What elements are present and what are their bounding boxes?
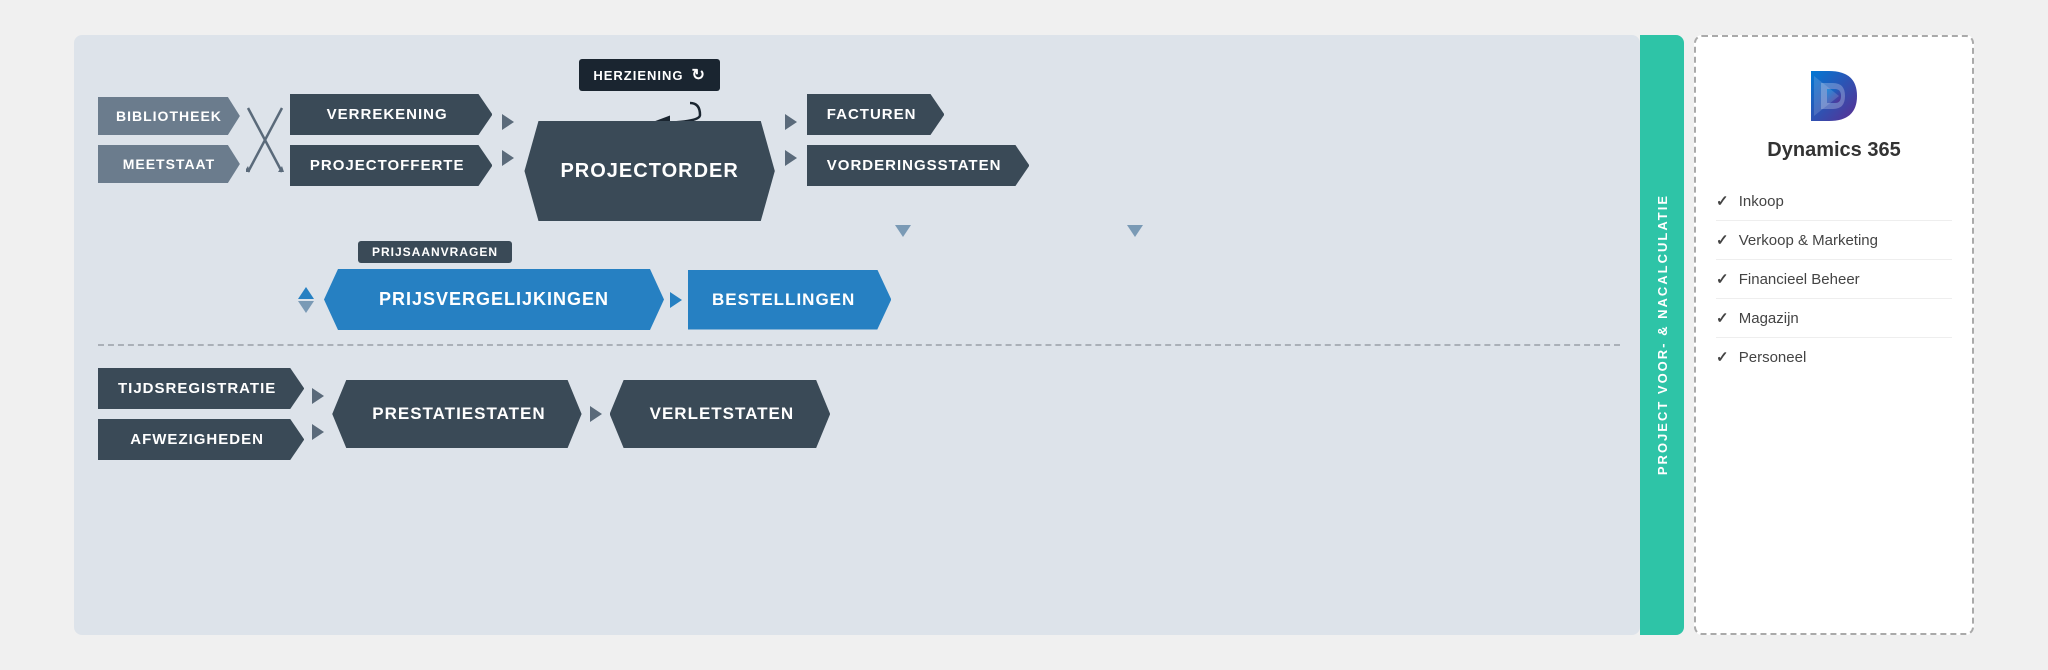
diagram-area: BIBLIOTHEEK MEETSTAAT VERREKENING [74, 35, 1640, 635]
bottom-source-col: TIJDSREGISTRATIE AFWEZIGHEDEN [98, 368, 304, 460]
verrekening-column: VERREKENING PROJECTOFFERTE [290, 94, 493, 186]
facturen-column: FACTUREN VORDERINGSSTATEN [807, 94, 1030, 186]
sidebar-label: PROJECT VOOR- & NACALCULATIE [1655, 194, 1670, 475]
check-icon-2: ✓ [1716, 232, 1729, 249]
arrow-bottom-right [502, 150, 514, 166]
checklist-item-inkoop: ✓ Inkoop [1716, 182, 1952, 220]
source-column: BIBLIOTHEEK MEETSTAAT [98, 97, 240, 183]
prijzen-column: PRIJSAANVRAGEN PRIJSVERGELIJKINGEN BESTE… [298, 241, 1560, 330]
arr-to-prestatie-bot [312, 424, 324, 440]
dynamics-logo [1799, 61, 1869, 131]
top-flow: BIBLIOTHEEK MEETSTAAT VERREKENING [98, 59, 1620, 221]
prijsvergelijkingen-row: PRIJSVERGELIJKINGEN BESTELLINGEN [298, 269, 1560, 330]
facturen-node: FACTUREN [807, 94, 945, 135]
arrow-to-facturen [785, 114, 797, 130]
bottom-arrow-2 [590, 406, 602, 422]
dashed-separator [98, 344, 1620, 346]
projectorder-node: PROJECTORDER [524, 121, 774, 221]
bottom-arrows-1 [312, 388, 324, 440]
prijsaanvragen-row: PRIJSAANVRAGEN [298, 241, 1560, 265]
checklist-item-financieel: ✓ Financieel Beheer [1716, 259, 1952, 298]
x-connector [246, 106, 284, 174]
verrekening-node: VERREKENING [290, 94, 493, 135]
down-arrows [895, 225, 911, 237]
to-right-arrows [785, 114, 797, 166]
tri-down-2 [1127, 225, 1143, 237]
refresh-icon: ↻ [692, 65, 706, 85]
projectofferte-node: PROJECTOFFERTE [290, 145, 493, 186]
vert-arrows-top [98, 225, 1620, 237]
check-icon-4: ✓ [1716, 310, 1729, 327]
prijsaanvragen-badge: PRIJSAANVRAGEN [358, 241, 512, 263]
down-arrows-2 [1127, 225, 1143, 237]
up-down-arrows [298, 287, 314, 313]
tri-down-1 [895, 225, 911, 237]
to-projectorder-arrows [502, 114, 514, 166]
green-sidebar: PROJECT VOOR- & NACALCULATIE [1640, 35, 1684, 635]
arrow-top-right [502, 114, 514, 130]
arrow-to-bestellingen [670, 292, 682, 308]
tri-up-blue [298, 287, 314, 299]
dynamics-checklist: ✓ Inkoop ✓ Verkoop & Marketing ✓ Financi… [1716, 182, 1952, 376]
herziening-wrapper-inner: HERZIENING ↻ [579, 59, 720, 117]
checklist-item-personeel: ✓ Personeel [1716, 337, 1952, 376]
arr-to-verlет [590, 406, 602, 422]
dynamics-panel: Dynamics 365 ✓ Inkoop ✓ Verkoop & Market… [1694, 35, 1974, 635]
tri-down-blue [298, 301, 314, 313]
tijdsregistratie-node: TIJDSREGISTRATIE [98, 368, 304, 409]
vorderingsstaten-node: VORDERINGSSTATEN [807, 145, 1030, 186]
checklist-item-verkoop: ✓ Verkoop & Marketing [1716, 220, 1952, 259]
check-icon-5: ✓ [1716, 349, 1729, 366]
check-icon-1: ✓ [1716, 193, 1729, 210]
meetstaat-node: MEETSTAAT [98, 145, 240, 183]
arrow-to-vorderingen [785, 150, 797, 166]
herziening-badge: HERZIENING ↻ [579, 59, 720, 91]
check-icon-3: ✓ [1716, 271, 1729, 288]
prestatiestaten-node: PRESTATIESTATEN [332, 380, 581, 448]
arr-to-prestatie-top [312, 388, 324, 404]
bottom-section: TIJDSREGISTRATIE AFWEZIGHEDEN PRESTATIES… [98, 368, 1620, 460]
middle-section: PRIJSAANVRAGEN PRIJSVERGELIJKINGEN BESTE… [298, 241, 1560, 330]
bibliotheek-node: BIBLIOTHEEK [98, 97, 240, 135]
checklist-item-magazijn: ✓ Magazijn [1716, 298, 1952, 337]
verletstaten-node: VERLETSTATEN [610, 380, 831, 448]
bestellingen-node: BESTELLINGEN [688, 270, 891, 330]
projectorder-column: HERZIENING ↻ PROJECTORDER [524, 59, 774, 221]
afwezigheden-node: AFWEZIGHEDEN [98, 419, 304, 460]
herziening-arrow [590, 95, 710, 125]
prijsvergelijkingen-node: PRIJSVERGELIJKINGEN [324, 269, 664, 330]
dynamics-title: Dynamics 365 [1767, 139, 1900, 162]
